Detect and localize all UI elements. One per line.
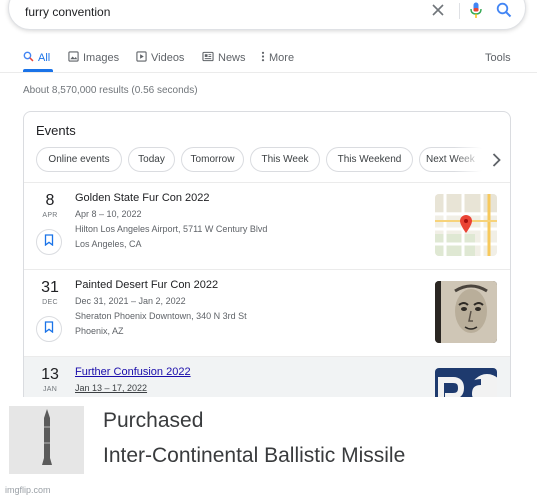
search-icon[interactable] [494, 1, 514, 19]
event-month: JAN [42, 386, 58, 393]
purchased-item-name: Inter-Continental Ballistic Missile [103, 444, 406, 467]
chip-tomorrow[interactable]: Tomorrow [181, 147, 244, 172]
event-dates: Jan 13 – 17, 2022 [75, 383, 148, 393]
bookmark-button[interactable] [36, 229, 62, 255]
missile-image [9, 406, 84, 474]
events-card: Events Online events Today Tomorrow This… [23, 111, 511, 411]
event-title[interactable]: Further Confusion 2022 [75, 366, 191, 378]
event-month: APR [42, 212, 58, 219]
missile-icon [41, 408, 53, 473]
image-icon [68, 51, 79, 65]
bookmark-icon [44, 233, 54, 251]
event-city: Phoenix, AZ [75, 326, 124, 336]
event-title[interactable]: Painted Desert Fur Con 2022 [75, 279, 218, 291]
event-filter-chips: Online events Today Tomorrow This Week T… [36, 147, 496, 173]
map-thumbnail[interactable] [435, 194, 497, 256]
tab-label: Videos [151, 52, 185, 64]
event-item[interactable]: 8 APR Golden State Fur Con 2022 Apr 8 – … [24, 183, 510, 270]
purchase-heading: Purchased [103, 409, 204, 432]
event-city: Los Angeles, CA [75, 239, 142, 249]
tab-all[interactable]: All [23, 50, 50, 66]
card-title: Events [36, 123, 76, 138]
chip-this-week[interactable]: This Week [250, 147, 320, 172]
search-input[interactable]: furry convention [25, 5, 110, 19]
event-venue: Sheraton Phoenix Downtown, 340 N 3rd St [75, 311, 247, 321]
tab-images[interactable]: Images [68, 50, 119, 66]
chip-today[interactable]: Today [128, 147, 175, 172]
purchase-notification: Purchased Inter-Continental Ballistic Mi… [0, 397, 537, 500]
event-day: 8 [45, 192, 55, 209]
search-icon [23, 51, 34, 65]
portrait-thumbnail[interactable] [435, 281, 497, 343]
tab-news[interactable]: News [202, 50, 246, 66]
event-day: 31 [41, 279, 59, 296]
event-venue: Hilton Los Angeles Airport, 5711 W Centu… [75, 224, 268, 234]
close-icon[interactable] [429, 1, 447, 19]
watermark: imgflip.com [5, 485, 51, 495]
tools-label: Tools [485, 52, 511, 64]
tab-label: More [269, 52, 295, 64]
tabs-divider [0, 72, 537, 73]
chevron-right-icon[interactable] [487, 150, 505, 170]
event-month: DEC [42, 299, 58, 306]
tab-label: News [218, 52, 246, 64]
search-bar[interactable]: furry convention [8, 0, 526, 30]
event-dates: Dec 31, 2021 – Jan 2, 2022 [75, 296, 186, 306]
search-tabs: All Images Videos News More Tools [23, 50, 513, 70]
event-title[interactable]: Golden State Fur Con 2022 [75, 192, 210, 204]
event-day: 13 [41, 366, 59, 383]
search-divider [459, 3, 460, 19]
event-dates: Apr 8 – 10, 2022 [75, 209, 142, 219]
tab-label: All [38, 52, 51, 64]
bookmark-button[interactable] [36, 316, 62, 342]
chip-online-events[interactable]: Online events [36, 147, 122, 172]
result-stats: About 8,570,000 results (0.56 seconds) [23, 85, 198, 96]
bookmark-icon [44, 320, 54, 338]
chip-this-weekend[interactable]: This Weekend [326, 147, 413, 172]
news-icon [202, 51, 214, 65]
tools-button[interactable]: Tools [485, 50, 511, 66]
event-item[interactable]: 31 DEC Painted Desert Fur Con 2022 Dec 3… [24, 270, 510, 357]
tab-more[interactable]: More [261, 50, 294, 66]
play-icon [136, 51, 147, 65]
more-vert-icon [261, 51, 265, 65]
tab-videos[interactable]: Videos [136, 50, 184, 66]
mic-icon[interactable] [467, 1, 485, 19]
tab-label: Images [83, 52, 120, 64]
